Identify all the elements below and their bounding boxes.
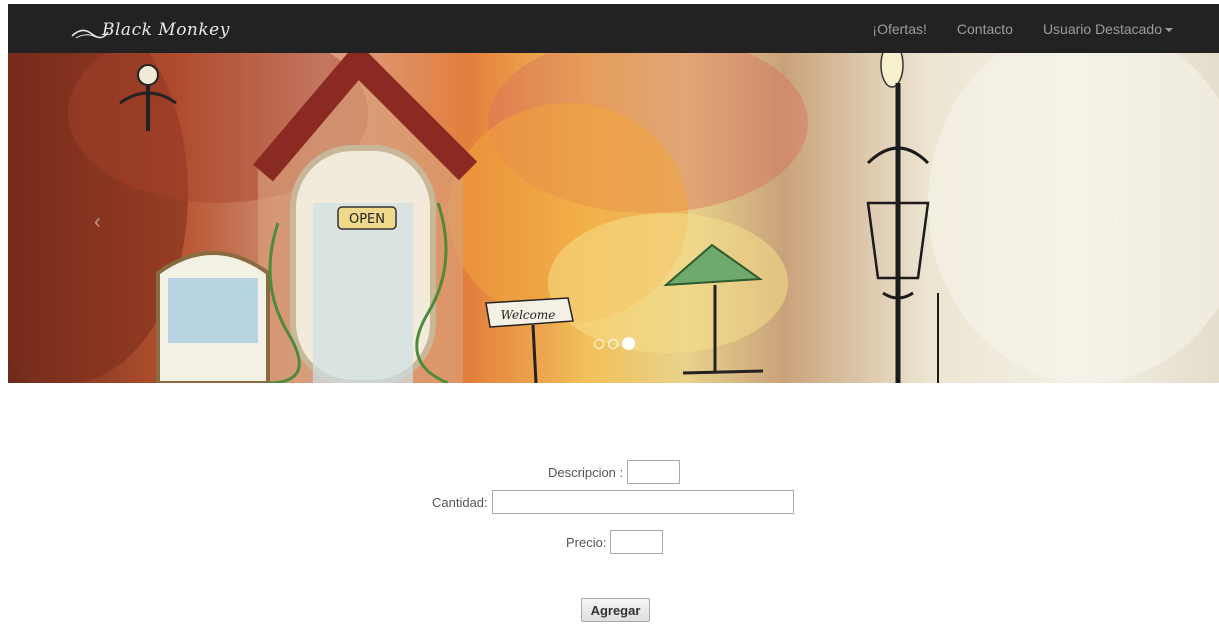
descripcion-input[interactable]: [627, 460, 681, 484]
nav-link-ofertas[interactable]: ¡Ofertas!: [872, 21, 926, 37]
cantidad-input[interactable]: [491, 490, 794, 514]
precio-label: Precio:: [566, 534, 607, 550]
precio-row: Precio:: [566, 530, 664, 554]
carousel-indicator-2[interactable]: [608, 338, 618, 349]
navbar: Black Monkey ¡Ofertas! Contacto Usuario …: [8, 4, 1219, 53]
agregar-button[interactable]: Agregar: [581, 598, 650, 622]
cantidad-row: Cantidad:: [432, 490, 794, 514]
carousel-indicator-1[interactable]: [594, 338, 604, 349]
descripcion-row: Descripcion :: [548, 460, 681, 484]
carousel-indicator-3[interactable]: [622, 337, 635, 350]
hero-illustration: OPEN Welcome: [8, 53, 1219, 383]
open-sign: OPEN: [349, 212, 385, 227]
descripcion-label: Descripcion :: [548, 464, 624, 480]
chevron-left-icon[interactable]: ‹: [94, 211, 101, 234]
precio-input[interactable]: [610, 530, 664, 554]
nav-dropdown-usuario-destacado[interactable]: Usuario Destacado: [1043, 21, 1173, 37]
chevron-right-icon[interactable]: ›: [1112, 211, 1119, 234]
welcome-sign: Welcome: [501, 308, 556, 322]
caret-down-icon: [1165, 27, 1173, 32]
hero-carousel: OPEN Welcome ‹ ›: [8, 53, 1219, 383]
carousel-indicators: [594, 337, 639, 350]
nav-link-contacto[interactable]: Contacto: [957, 21, 1013, 37]
brand-name: Black Monkey: [102, 20, 230, 40]
brand-logo[interactable]: Black Monkey: [70, 18, 240, 50]
cantidad-label: Cantidad:: [432, 494, 488, 510]
nav-dropdown-label: Usuario Destacado: [1042, 20, 1162, 37]
nav-links: ¡Ofertas! Contacto Usuario Destacado: [842, 4, 1173, 53]
